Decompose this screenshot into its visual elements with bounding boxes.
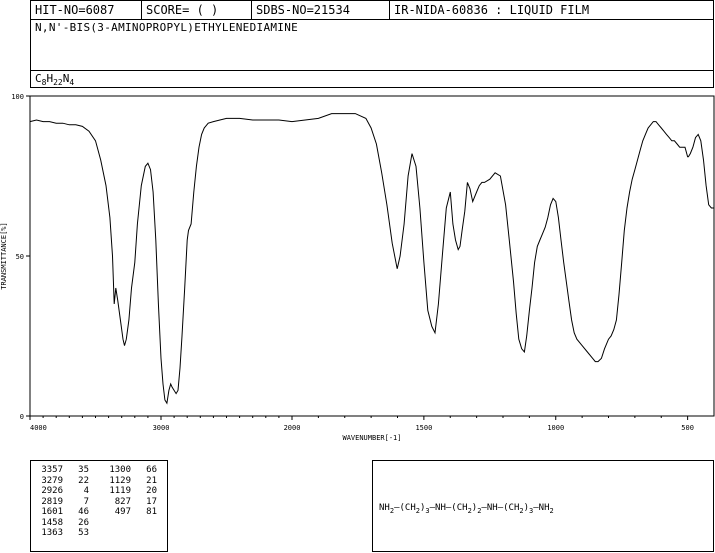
- peak-transmittance: 22: [78, 475, 89, 486]
- peak-transmittance: 7: [83, 496, 89, 507]
- y-tick-label-50: 50: [16, 253, 24, 261]
- peak-transmittance: 35: [78, 465, 89, 475]
- spectrum-line: [29, 113, 714, 405]
- y-tick-label-0: 0: [20, 413, 24, 421]
- propyl-c: (CH: [503, 503, 520, 513]
- peak-table: 3357 35 3279 22 2926 4 2819 7 1601 46 1458 26 1363 53…: [30, 460, 168, 552]
- structure-formula: NH2―(CH2)3―NH―(CH2)2―NH―(CH2)3―NH2: [379, 503, 554, 515]
- axis-ticks: 4000 3000 2000 1500 1000 500 0 50 100: [11, 93, 694, 432]
- peak-transmittance: 66: [146, 465, 157, 475]
- x-tick-label-1500: 1500: [415, 424, 432, 432]
- amine-right: NH: [538, 503, 550, 513]
- peak-transmittance: 21: [146, 475, 157, 486]
- structure-box: NH2―(CH2)3―NH―(CH2)2―NH―(CH2)3―NH2: [372, 460, 714, 552]
- peak-wavenumber: 497: [114, 507, 131, 517]
- x-tick-label-3000: 3000: [153, 424, 170, 432]
- peak-wavenumber: 1129: [109, 475, 131, 486]
- peak-wavenumber: 1363: [41, 528, 63, 538]
- peak-wavenumber: 3279: [41, 475, 63, 486]
- peak-transmittance: 46: [78, 507, 89, 517]
- propyl-a-count: 3: [425, 506, 430, 515]
- x-tick-label-4000: 4000: [30, 424, 47, 432]
- x-axis-label: WAVENUMBER[-1]: [342, 434, 401, 442]
- peak-transmittance: 20: [146, 486, 157, 496]
- propyl-c-count: 3: [529, 506, 534, 515]
- ir-spectrum-chart: 4000 3000 2000 1500 1000 500 0 50 100 TRANSMITTA…: [0, 93, 715, 442]
- y-tick-label-100: 100: [11, 93, 24, 101]
- peak-wavenumber: 1300: [109, 465, 131, 475]
- ethyl-b: (CH: [451, 503, 468, 513]
- imine-a: NH: [435, 503, 446, 513]
- peak-wavenumber: 1458: [41, 517, 63, 528]
- imine-b: NH: [486, 503, 498, 513]
- peak-transmittance: 26: [78, 517, 89, 528]
- plot-frame: [29, 95, 715, 417]
- ethyl-b-count: 2: [477, 506, 482, 515]
- peak-wavenumber: 1119: [109, 486, 131, 496]
- peak-transmittance: 81: [146, 507, 157, 517]
- peak-wavenumber: 2819: [41, 496, 63, 507]
- amine-right-sub: 2: [549, 506, 554, 515]
- peak-transmittance: 4: [83, 486, 89, 496]
- y-axis-label: TRANSMITTANCE[%]: [0, 222, 8, 289]
- amine-left-sub: 2: [389, 506, 395, 515]
- x-tick-label-500: 500: [681, 424, 694, 432]
- peak-wavenumber: 827: [114, 496, 131, 507]
- amine-left: NH: [379, 503, 390, 513]
- peak-rows: 3357 35 3279 22 2926 4 2819 7 1601 46 1458 26 1363 53…: [31, 463, 169, 551]
- peak-wavenumber: 2926: [41, 486, 63, 496]
- propyl-a: (CH: [399, 503, 416, 513]
- peak-wavenumber: 1601: [41, 507, 63, 517]
- peak-transmittance: 17: [146, 496, 157, 507]
- peak-wavenumber: 3357: [41, 465, 63, 475]
- x-tick-label-1000: 1000: [547, 424, 564, 432]
- x-tick-label-2000: 2000: [284, 424, 301, 432]
- peak-transmittance: 53: [78, 528, 89, 538]
